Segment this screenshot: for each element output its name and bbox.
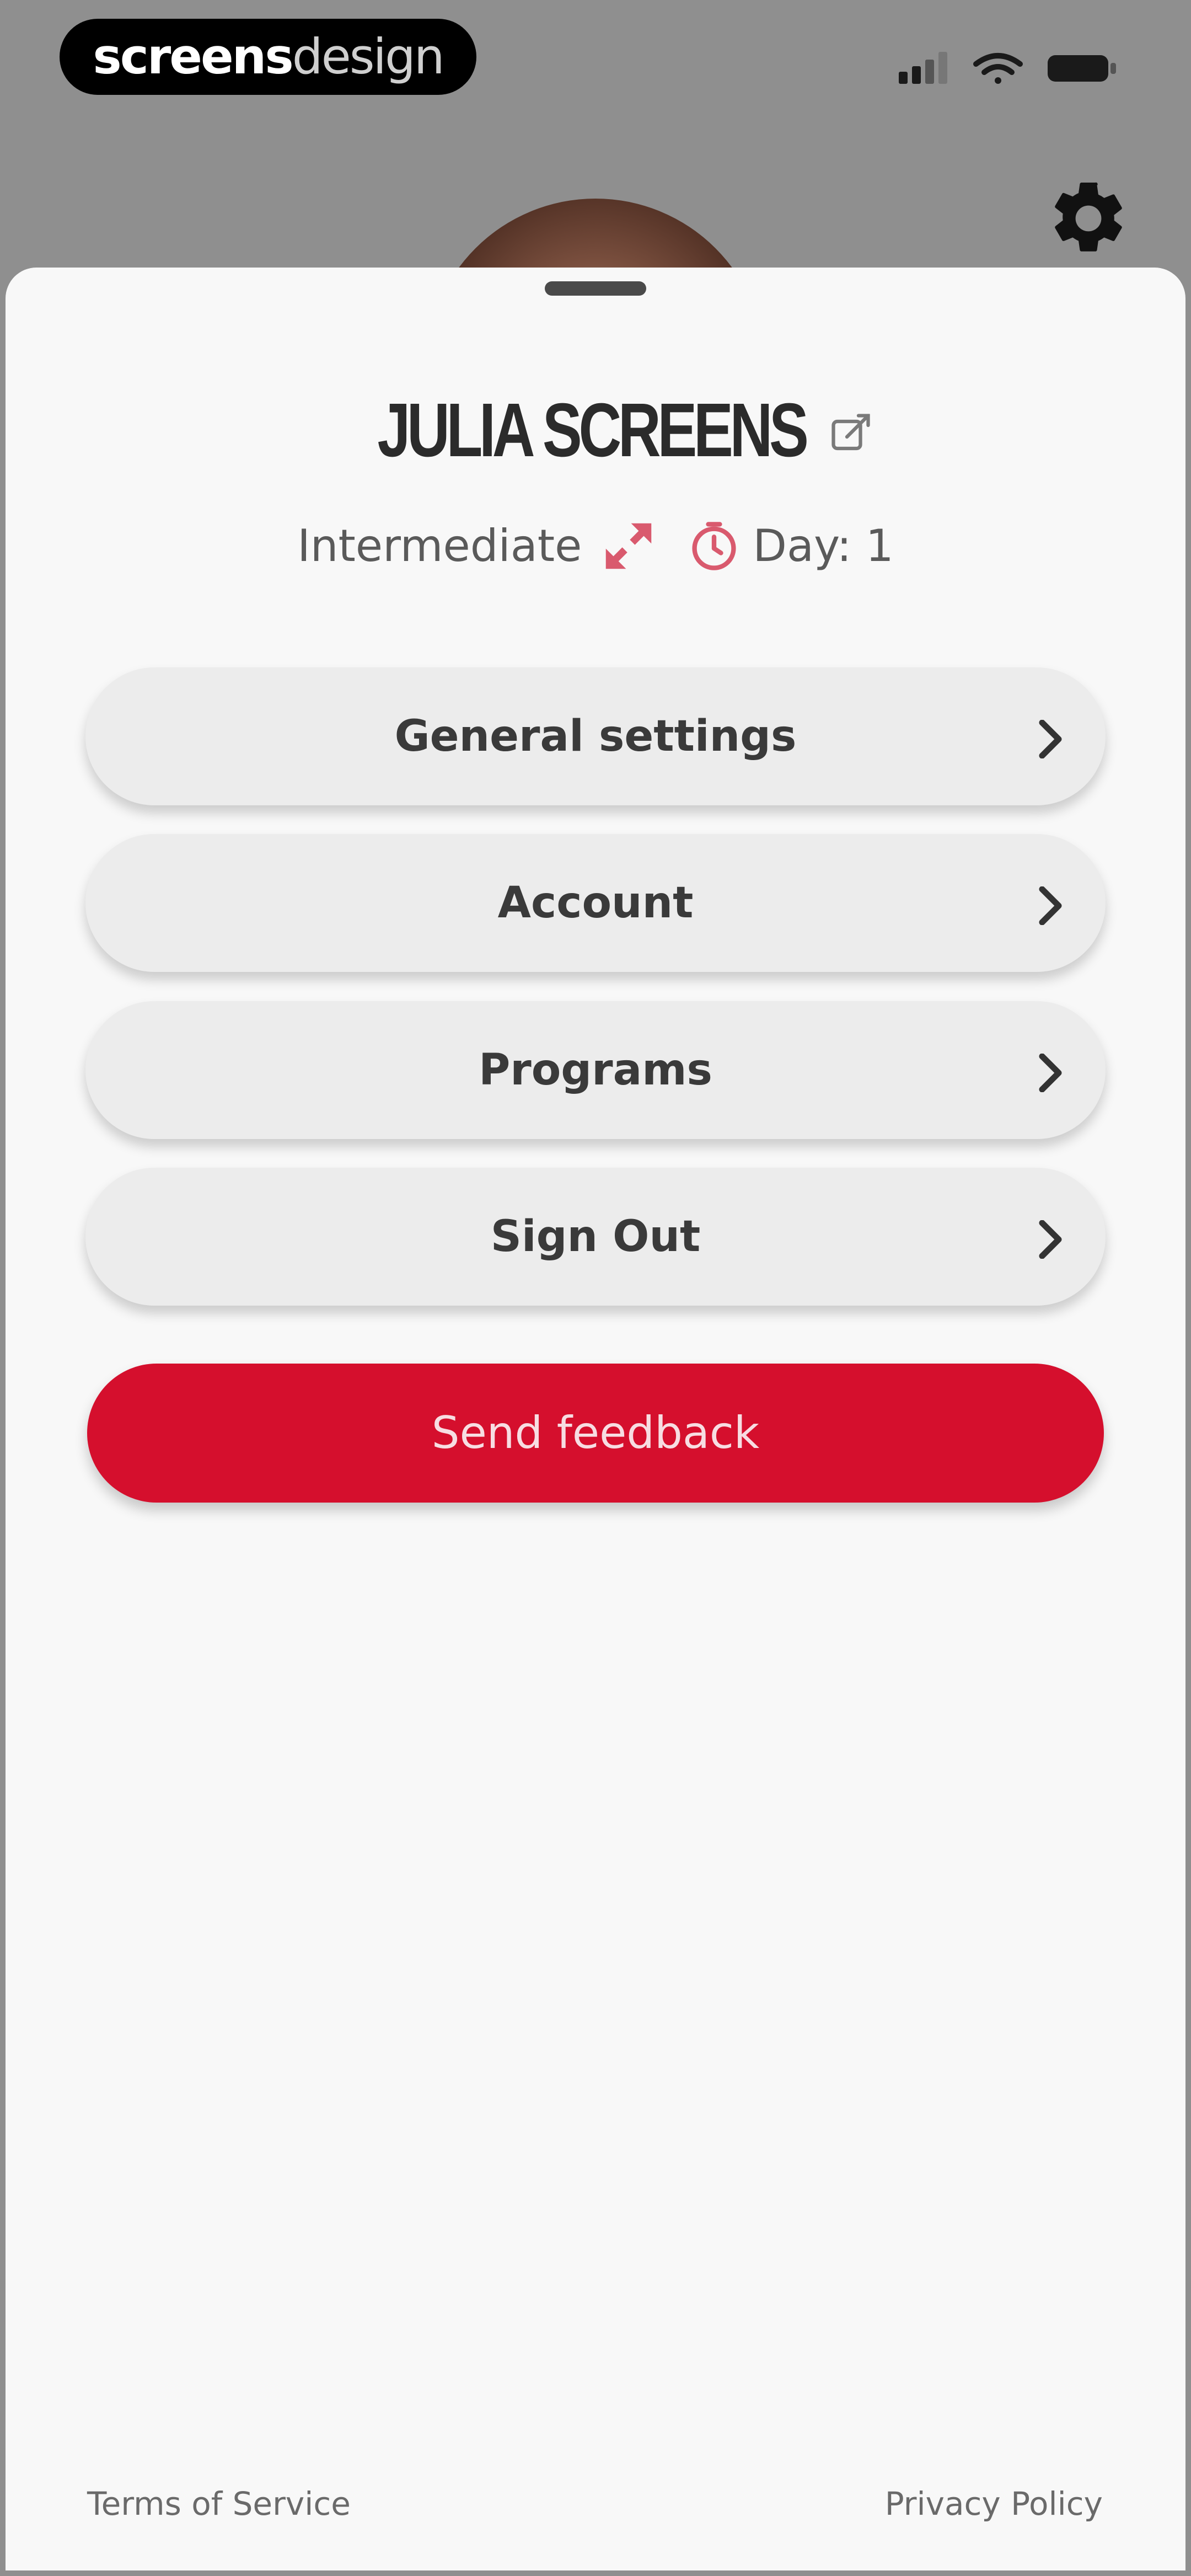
chevron-right-icon (1039, 1054, 1062, 1092)
menu-item-general-settings[interactable]: General settings (85, 667, 1106, 805)
menu-item-label: Account (497, 878, 694, 928)
menu-item-sign-out[interactable]: Sign Out (85, 1168, 1106, 1306)
sheet-grabber[interactable] (545, 281, 646, 296)
battery-icon (1048, 55, 1116, 82)
wifi-icon (973, 53, 1023, 84)
menu-item-label: Sign Out (490, 1212, 701, 1262)
timer-icon (692, 522, 736, 570)
gear-icon[interactable] (1045, 175, 1131, 261)
menu-item-account[interactable]: Account (85, 834, 1106, 972)
send-feedback-label: Send feedback (431, 1407, 760, 1458)
chevron-right-icon (1039, 1220, 1062, 1259)
profile-name-row: JULIA SCREENS (0, 386, 1191, 474)
status-bar-icons (899, 52, 1116, 84)
signal-icon (899, 52, 947, 84)
profile-name: JULIA SCREENS (377, 388, 809, 473)
expand-arrows-icon (606, 523, 652, 569)
chevron-right-icon (1039, 720, 1062, 758)
profile-meta: Intermediate Day: 1 (0, 513, 1191, 579)
menu-item-programs[interactable]: Programs (85, 1001, 1106, 1139)
terms-of-service-link[interactable]: Terms of Service (87, 2488, 351, 2520)
menu-item-label: General settings (394, 712, 797, 761)
privacy-policy-link[interactable]: Privacy Policy (885, 2488, 1103, 2520)
chevron-right-icon (1039, 886, 1062, 925)
send-feedback-button[interactable]: Send feedback (87, 1364, 1104, 1503)
edit-icon[interactable] (828, 410, 874, 456)
profile-screen: screens design JULIA SCREENS Intermediat… (0, 0, 1191, 2576)
brand-watermark: screens design (60, 19, 476, 95)
menu-item-label: Programs (479, 1045, 712, 1095)
brand-part-1: screens (93, 28, 293, 85)
brand-part-2: design (292, 28, 445, 85)
day-label: Day: 1 (753, 520, 894, 571)
level-label: Intermediate (297, 520, 582, 571)
